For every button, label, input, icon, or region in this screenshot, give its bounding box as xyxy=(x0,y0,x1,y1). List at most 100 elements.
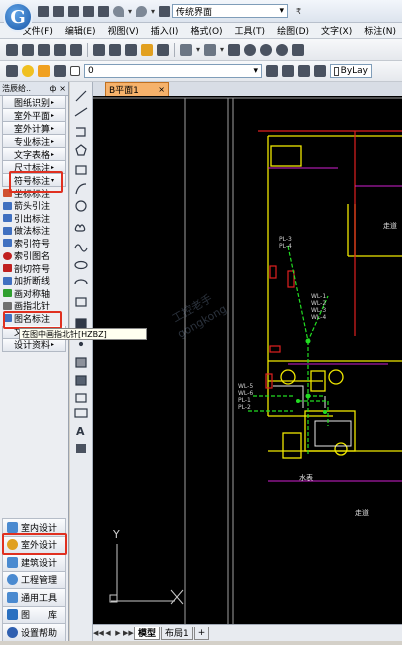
menu-insert[interactable]: 插入(I) xyxy=(145,24,185,37)
print-icon[interactable] xyxy=(98,5,109,17)
lock-icon[interactable] xyxy=(54,65,66,77)
cat-professional-annotation[interactable]: 专业标注 ▸ xyxy=(2,135,66,148)
close-icon[interactable]: × xyxy=(59,84,66,93)
zoom-realtime-icon[interactable] xyxy=(244,43,257,56)
method-icon xyxy=(3,226,12,235)
sun-icon[interactable] xyxy=(38,65,50,77)
sub-label: 剖切符号 xyxy=(14,264,51,275)
app-logo[interactable]: G xyxy=(3,2,33,32)
menu-text[interactable]: 文字(X) xyxy=(315,24,358,37)
make-current-icon[interactable] xyxy=(266,65,278,77)
undo-dropdown-icon[interactable]: ▾ xyxy=(196,45,200,54)
save-as-icon[interactable] xyxy=(83,5,94,17)
layer-isolate-icon[interactable] xyxy=(314,65,326,77)
save-icon[interactable] xyxy=(68,5,79,17)
sub-leader[interactable]: 引出标注 xyxy=(0,212,68,225)
cat-symbol-annotation[interactable]: 符号标注 ▾ xyxy=(2,174,66,187)
brush-icon[interactable] xyxy=(157,43,169,56)
open-icon[interactable] xyxy=(22,43,34,56)
lightbulb-icon[interactable] xyxy=(22,65,34,77)
zoom-previous-icon[interactable] xyxy=(276,43,289,56)
menu-draw[interactable]: 绘图(D) xyxy=(271,24,315,37)
open-folder-icon[interactable] xyxy=(53,5,64,17)
new-icon[interactable] xyxy=(6,43,18,56)
sub-section-symbol[interactable]: 剖切符号 xyxy=(0,262,68,275)
layer-previous-icon[interactable] xyxy=(282,65,294,77)
module-architecture[interactable]: 建筑设计 xyxy=(2,554,66,572)
next-tab-icon[interactable]: ▶ xyxy=(113,629,123,637)
layout-tab-bar: ◀◀ ◀ ▶ ▶▶ 模型 布局1 + xyxy=(93,624,402,641)
cat-text-table[interactable]: 文字表格 ▸ xyxy=(2,148,66,161)
cat-outdoor-plan[interactable]: 室外平面 ▸ xyxy=(2,109,66,122)
prev-tab-icon[interactable]: ◀ xyxy=(103,629,113,637)
cat-outdoor-calc[interactable]: 室外计算 ▸ xyxy=(2,122,66,135)
pipe-label: PL-2 xyxy=(238,404,251,411)
module-general-tools[interactable]: 通用工具 xyxy=(2,589,66,607)
redo-icon[interactable] xyxy=(136,5,148,17)
menu-edit[interactable]: 编辑(E) xyxy=(59,24,102,37)
layer-combo[interactable]: 0 ▾ xyxy=(84,64,262,78)
sub-label: 坐标标注 xyxy=(14,189,51,200)
module-interior[interactable]: 室内设计 xyxy=(2,518,66,537)
sub-coordinate[interactable]: 坐标标注 xyxy=(0,187,68,200)
pan-icon[interactable] xyxy=(228,43,241,56)
menu-format[interactable]: 格式(O) xyxy=(184,24,228,37)
workspace-combo[interactable]: 传统界面 ▾ xyxy=(172,4,289,18)
redo-dropdown-icon[interactable]: ▾ xyxy=(151,7,155,16)
match-properties-icon[interactable] xyxy=(141,43,153,56)
cut-icon[interactable] xyxy=(93,43,105,56)
menu-dimension[interactable]: 标注(N) xyxy=(358,24,402,37)
cat-drawing-recognition[interactable]: 图纸识别 ▸ xyxy=(2,96,66,109)
zoom-window-icon[interactable] xyxy=(260,43,273,56)
last-tab-icon[interactable]: ▶▶ xyxy=(123,629,134,637)
point-tool-icon xyxy=(78,341,84,347)
redo-icon[interactable] xyxy=(204,43,217,56)
new-file-icon[interactable] xyxy=(38,5,49,17)
linetype-combo[interactable]: ByLay xyxy=(330,64,372,78)
cat-design-data[interactable]: 设计资料 ▸ xyxy=(2,338,66,352)
sub-arrow-note[interactable]: 箭头引注 xyxy=(0,200,68,212)
menu-tools[interactable]: 工具(T) xyxy=(229,24,272,37)
undo-icon[interactable] xyxy=(113,5,124,17)
close-icon[interactable]: × xyxy=(158,85,165,94)
pipe-label: PL-3 xyxy=(279,236,292,243)
undo-dropdown-icon[interactable]: ▾ xyxy=(128,7,132,16)
room-label: 走道 xyxy=(355,509,369,517)
sub-break-line[interactable]: 加折断线 xyxy=(0,275,68,287)
doc-tab-active[interactable]: B平面1 × xyxy=(105,82,169,96)
index-title-icon xyxy=(3,251,12,260)
pin-icon[interactable]: ф xyxy=(49,84,56,93)
sub-title-annotation[interactable]: 图名标注 xyxy=(0,312,68,325)
tab-layout1[interactable]: 布局1 xyxy=(161,626,193,640)
copy-icon[interactable] xyxy=(109,43,121,56)
cat-label: 符号标注 xyxy=(13,176,50,187)
tab-model[interactable]: 模型 xyxy=(134,626,161,640)
sub-method-note[interactable]: 做法标注 xyxy=(0,225,68,237)
sub-index-symbol[interactable]: 索引符号 xyxy=(0,237,68,250)
cat-label: 专业标注 xyxy=(13,137,50,148)
properties-icon[interactable] xyxy=(292,43,305,56)
redo-dropdown-icon[interactable]: ▾ xyxy=(220,45,224,54)
cat-dimension[interactable]: 尺寸标注 ▸ xyxy=(2,161,66,174)
drawing-canvas[interactable]: Y 走道 走道 水表 WL-1 WL-2 WL-3 WL-4 WL-5 WL-6… xyxy=(93,96,402,624)
module-library[interactable]: 图 库 xyxy=(2,606,66,624)
save-icon[interactable] xyxy=(38,43,50,56)
undo-icon[interactable] xyxy=(180,43,192,56)
module-settings-help[interactable]: 设置帮助 xyxy=(2,624,66,642)
line-tool-icon xyxy=(75,90,87,102)
plot-icon[interactable] xyxy=(70,43,82,56)
first-tab-icon[interactable]: ◀◀ xyxy=(93,629,104,637)
module-outdoor[interactable]: 室外设计 xyxy=(2,536,66,554)
sub-index-title[interactable]: 索引图名 xyxy=(0,250,68,262)
layer-manager-icon[interactable] xyxy=(6,65,18,77)
menu-view[interactable]: 视图(V) xyxy=(102,24,145,37)
paste-icon[interactable] xyxy=(125,43,137,56)
customize-quick-access-icon[interactable]: ₹ xyxy=(296,7,301,16)
sub-north-arrow[interactable]: 画指北针 xyxy=(0,300,68,312)
module-project-management[interactable]: 工程管理 xyxy=(2,571,66,589)
tab-add-layout[interactable]: + xyxy=(193,626,210,640)
layer-states-icon[interactable] xyxy=(298,65,310,77)
print-icon[interactable] xyxy=(54,43,66,56)
sub-symmetry-axis[interactable]: 画对称轴 xyxy=(0,287,68,300)
outdoor-icon xyxy=(7,539,18,551)
